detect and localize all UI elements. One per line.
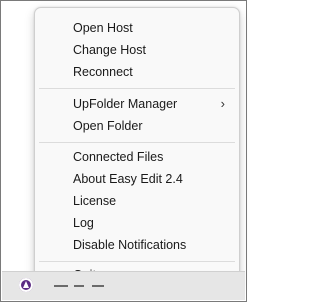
menu-item-disable-notifications[interactable]: Disable Notifications xyxy=(39,234,235,256)
taskbar-app-indicator[interactable] xyxy=(74,285,84,287)
menu-item-label: Reconnect xyxy=(73,65,133,79)
menu-item-label: Disable Notifications xyxy=(73,238,187,252)
menu-item-label: UpFolder Manager xyxy=(73,97,178,111)
menu-item-about[interactable]: About Easy Edit 2.4 xyxy=(39,168,235,190)
menu-item-label: License xyxy=(73,194,117,208)
menu-item-label: Change Host xyxy=(73,43,146,57)
easy-edit-tray-icon[interactable] xyxy=(19,278,33,292)
menu-item-reconnect[interactable]: Reconnect xyxy=(39,61,235,83)
menu-item-change-host[interactable]: Change Host xyxy=(39,39,235,61)
menu-item-open-folder[interactable]: Open Folder xyxy=(39,115,235,137)
chevron-right-icon: › xyxy=(220,96,225,111)
menu-separator xyxy=(39,142,235,143)
menu-separator xyxy=(39,88,235,89)
menu-item-label: About Easy Edit 2.4 xyxy=(73,172,183,186)
menu-item-label: Connected Files xyxy=(73,150,164,164)
menu-item-label: Open Folder xyxy=(73,119,143,133)
menu-item-label: Log xyxy=(73,216,94,230)
menu-item-upfolder-manager[interactable]: UpFolder Manager › xyxy=(39,93,235,115)
menu-item-license[interactable]: License xyxy=(39,190,235,212)
menu-item-label: Open Host xyxy=(73,21,133,35)
menu-item-log[interactable]: Log xyxy=(39,212,235,234)
menu-separator xyxy=(39,261,235,262)
taskbar-app-indicator[interactable] xyxy=(92,285,104,287)
menu-item-open-host[interactable]: Open Host xyxy=(39,17,235,39)
screenshot-frame: Open Host Change Host Reconnect UpFolder… xyxy=(0,0,247,302)
taskbar-app-indicator[interactable] xyxy=(54,285,68,287)
taskbar xyxy=(2,271,245,300)
tray-context-menu: Open Host Change Host Reconnect UpFolder… xyxy=(34,7,240,287)
menu-item-connected-files[interactable]: Connected Files xyxy=(39,146,235,168)
